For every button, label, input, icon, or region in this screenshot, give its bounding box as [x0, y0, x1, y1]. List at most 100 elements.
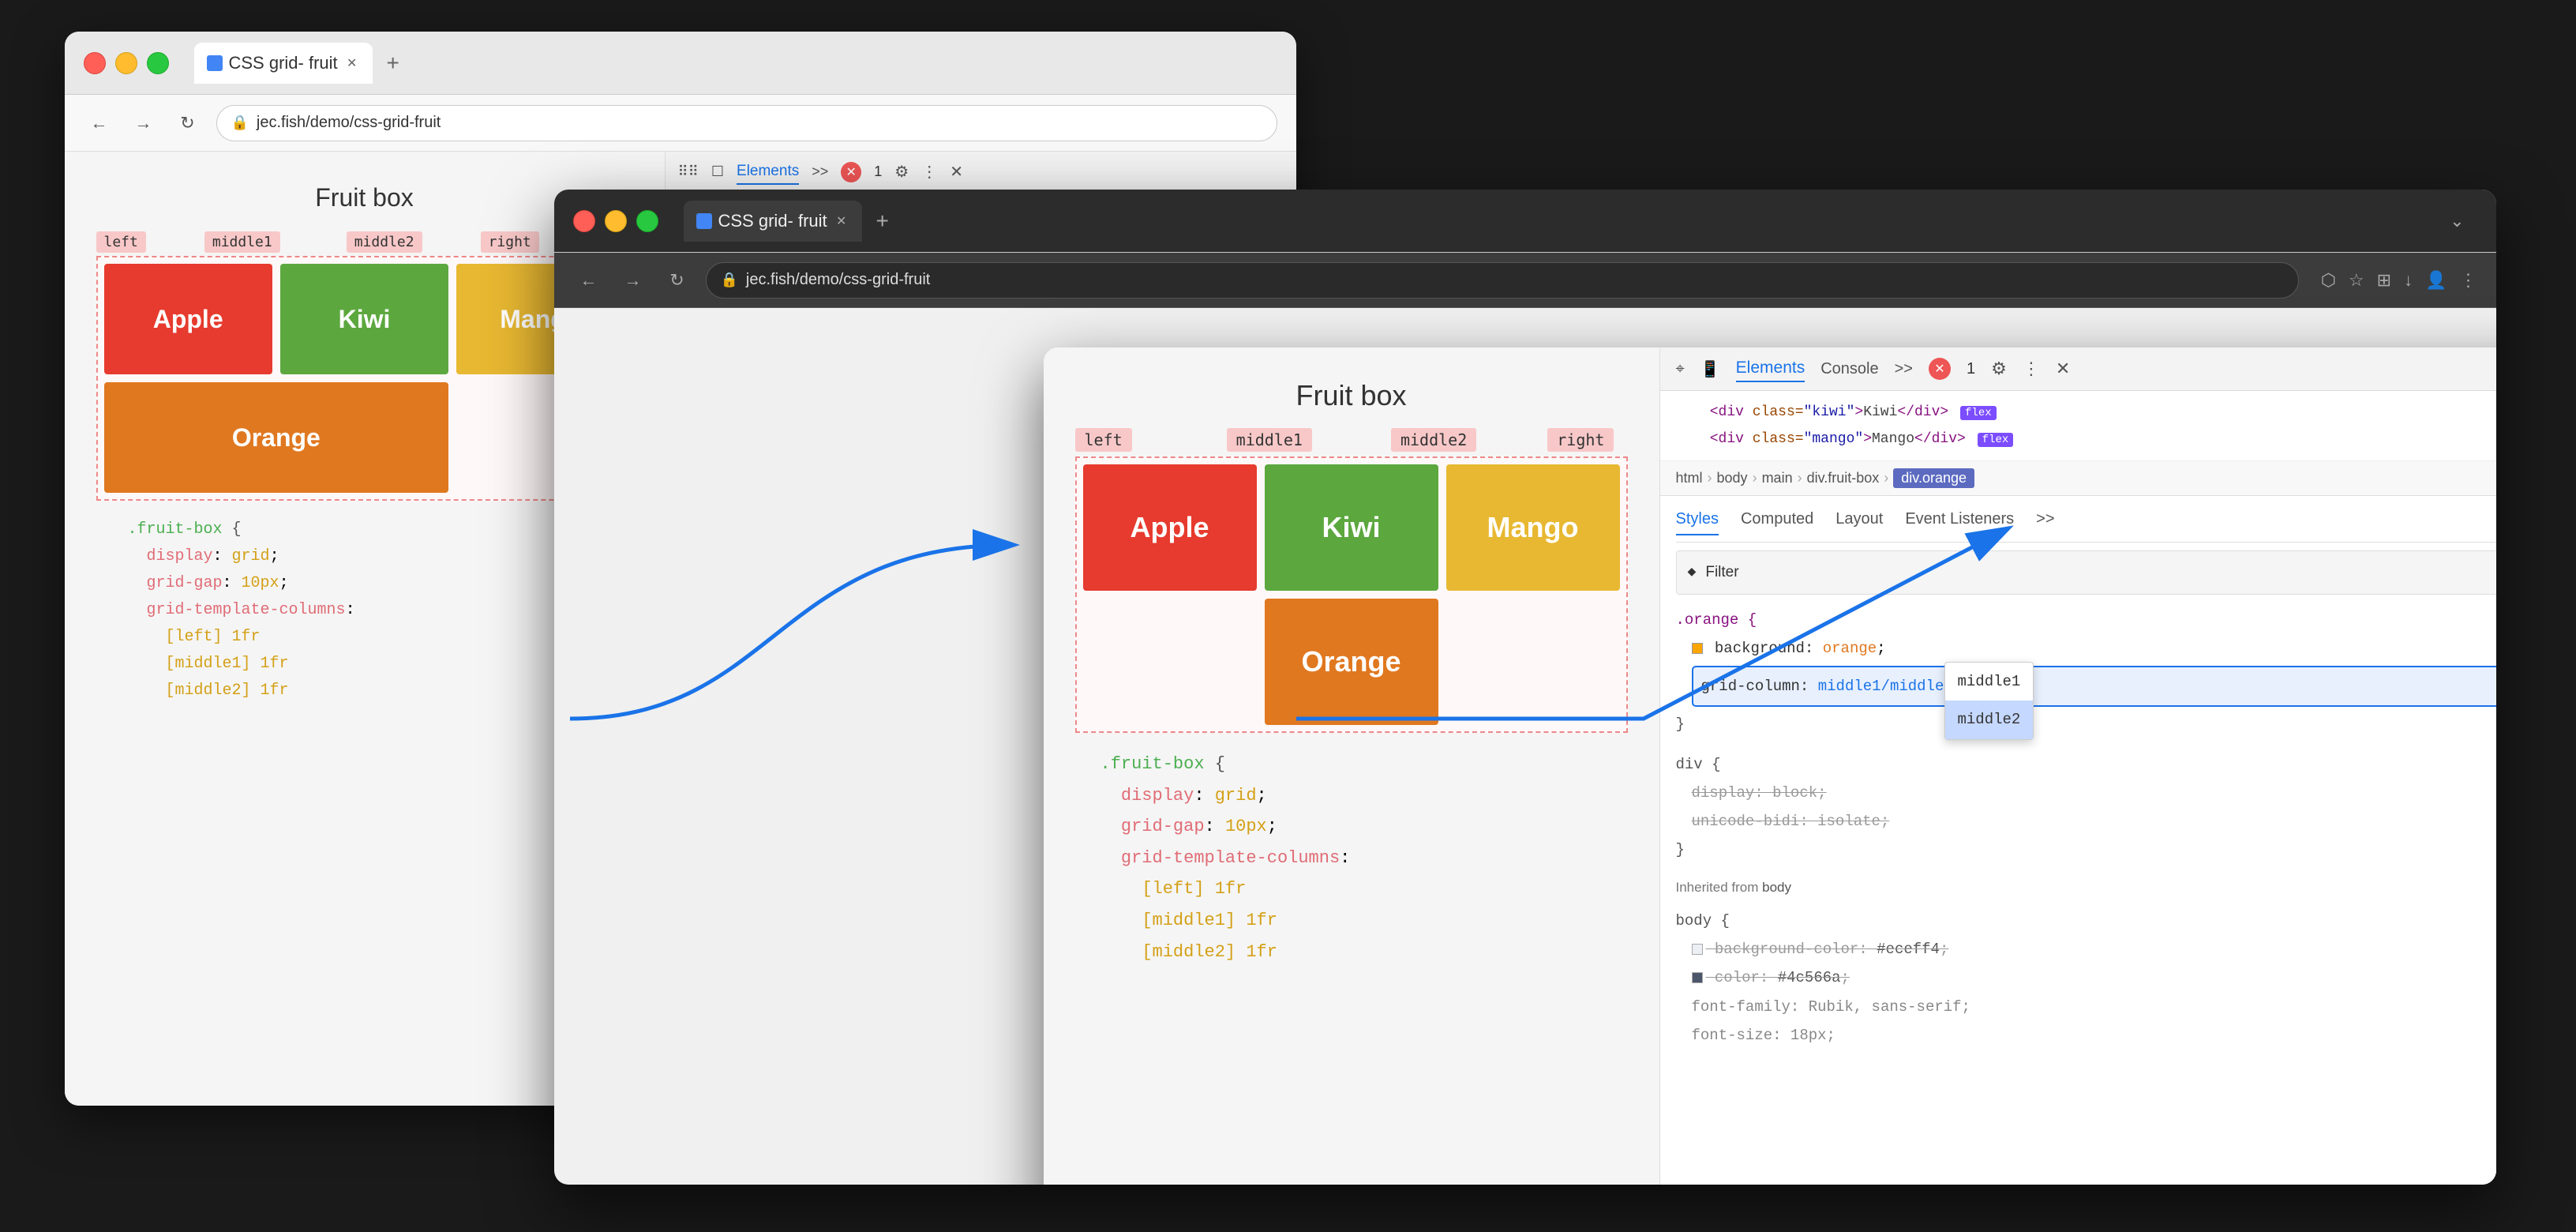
- label-middle1-back: middle1: [204, 231, 280, 253]
- apple-cell-back: Apple: [104, 264, 272, 374]
- css-code-panel-back: .fruit-box { display: grid; grid-gap: 10…: [96, 501, 633, 720]
- styles-tab-front[interactable]: Styles: [1676, 504, 1719, 535]
- elements-tab-front[interactable]: Elements: [1736, 355, 1805, 382]
- more-tabs-front[interactable]: >>: [1895, 360, 1913, 378]
- close-devtools-front[interactable]: ✕: [2056, 359, 2070, 379]
- tab-favicon-back: [207, 55, 223, 71]
- fruit-grid-back: Apple Kiwi Mango Orange: [104, 264, 625, 493]
- filter-bar-front: ◆ Filter :hov .cls + ⧉ ⊞: [1676, 550, 2496, 595]
- more-icon-back[interactable]: ⋮: [921, 162, 937, 182]
- minimize-button-front[interactable]: [605, 210, 627, 232]
- chevron-down-icon[interactable]: ⌄: [2450, 211, 2477, 231]
- devtools-toolbar-front: ⌖ 📱 Elements Console >> ✕ 1 ⚙ ⋮ ✕: [1660, 347, 2496, 391]
- traffic-lights-back: [84, 52, 169, 74]
- bc-body-front[interactable]: body: [1717, 470, 1748, 486]
- fruit-grid-container-front: Apple Kiwi Mango Orange: [1075, 456, 1628, 733]
- more-tabs-styles-front[interactable]: >>: [2036, 504, 2054, 535]
- styles-tabs-front: Styles Computed Layout Event Listeners >…: [1676, 504, 2496, 543]
- maximize-button-back[interactable]: [147, 52, 169, 74]
- kiwi-cell-front: Kiwi: [1265, 464, 1438, 591]
- forward-button-front[interactable]: →: [617, 265, 649, 296]
- tab-close-back[interactable]: ✕: [344, 55, 360, 71]
- close-devtools-back[interactable]: ✕: [950, 162, 963, 182]
- refresh-button-front[interactable]: ↻: [662, 265, 693, 296]
- error-count-front: 1: [1967, 360, 1975, 378]
- forward-button[interactable]: →: [128, 107, 159, 139]
- mango-badge: flex: [1978, 433, 2014, 447]
- share-icon[interactable]: ⬡: [2321, 270, 2336, 291]
- address-bar-back[interactable]: 🔒 jec.fish/demo/css-grid-fruit: [216, 105, 1277, 141]
- label-m2-front: middle2: [1391, 428, 1476, 452]
- tab-close-front[interactable]: ✕: [834, 213, 849, 229]
- computed-tab-front[interactable]: Computed: [1741, 504, 1813, 535]
- address-bar-front[interactable]: 🔒 jec.fish/demo/css-grid-fruit: [706, 262, 2299, 299]
- grid-labels-back: left middle1 middle2 right: [96, 231, 633, 253]
- address-text-front: jec.fish/demo/css-grid-fruit: [746, 271, 2284, 289]
- refresh-button[interactable]: ↻: [172, 107, 204, 139]
- autocomplete-middle1[interactable]: middle1: [1945, 663, 2034, 701]
- more-icon-front[interactable]: ⋮: [2023, 359, 2040, 379]
- filter-label-front: Filter: [1705, 558, 2495, 587]
- titlebar-back: CSS grid- fruit ✕ +: [65, 32, 1296, 95]
- autocomplete-middle2[interactable]: middle2: [1945, 701, 2034, 738]
- apple-cell-front: Apple: [1083, 464, 1257, 591]
- address-text-back: jec.fish/demo/css-grid-fruit: [257, 114, 1262, 132]
- active-tab-back[interactable]: CSS grid- fruit ✕: [194, 43, 373, 84]
- elements-tab-back[interactable]: Elements: [737, 160, 799, 185]
- tab-title-back: CSS grid- fruit: [229, 53, 338, 73]
- new-tab-front[interactable]: +: [868, 207, 897, 235]
- orange-cell-front: Orange: [1265, 599, 1438, 725]
- back-button-front[interactable]: ←: [573, 265, 605, 296]
- body-rule-front: body { css-grid-fruit:3 background-color…: [1676, 907, 2496, 1049]
- grid-labels-front: left middle1 middle2 right: [1075, 428, 1628, 452]
- profile-icon[interactable]: 👤: [2425, 270, 2447, 291]
- bc-orange-front[interactable]: div.orange: [1893, 468, 1974, 488]
- layout-tab-front[interactable]: Layout: [1835, 504, 1883, 535]
- error-badge-front: ✕: [1929, 358, 1951, 380]
- tab-title-front: CSS grid- fruit: [718, 211, 827, 231]
- mango-cell-front: Mango: [1446, 464, 1620, 591]
- label-right-back: right: [481, 231, 539, 253]
- lock-icon-front: 🔒: [721, 272, 738, 288]
- bc-main-front[interactable]: main: [1762, 470, 1793, 486]
- close-button-back[interactable]: [84, 52, 106, 74]
- label-left-back: left: [96, 231, 146, 253]
- titlebar-front: CSS grid- fruit ✕ + ⌄: [554, 190, 2496, 253]
- label-middle2-back: middle2: [347, 231, 422, 253]
- active-tab-front[interactable]: CSS grid- fruit ✕: [684, 201, 862, 242]
- inherited-label-front: Inherited from body: [1676, 875, 2496, 900]
- maximize-button-front[interactable]: [636, 210, 658, 232]
- devtools-front: ⌖ 📱 Elements Console >> ✕ 1 ⚙ ⋮ ✕ <div c…: [1659, 347, 2496, 1185]
- back-button[interactable]: ←: [84, 107, 115, 139]
- lock-icon: 🔒: [231, 115, 249, 131]
- console-tab-front[interactable]: Console: [1820, 360, 1878, 378]
- devtools-toolbar-back: ⠿⠿ ☐ Elements >> ✕ 1 ⚙ ⋮ ✕: [666, 152, 1296, 193]
- downloads-icon[interactable]: ↓: [2404, 270, 2413, 291]
- device-icon-front[interactable]: 📱: [1700, 359, 1720, 379]
- error-badge-back: ✕: [841, 162, 861, 182]
- fruit-grid-front: Apple Kiwi Mango Orange: [1083, 464, 1620, 725]
- close-button-front[interactable]: [573, 210, 595, 232]
- tab-bar-front: CSS grid- fruit ✕ + ⌄: [684, 201, 2477, 242]
- autocomplete-popup: middle1 middle2: [1944, 662, 2034, 739]
- gear-icon-back[interactable]: ⚙: [894, 162, 909, 182]
- bc-fruit-box-front[interactable]: div.fruit-box: [1807, 470, 1880, 486]
- more-tabs-back[interactable]: >>: [812, 163, 828, 180]
- bc-html-front[interactable]: html: [1676, 470, 1703, 486]
- event-listeners-tab-front[interactable]: Event Listeners: [1905, 504, 2014, 535]
- bookmark-icon[interactable]: ☆: [2349, 270, 2364, 291]
- menu-icon[interactable]: ⋮: [2460, 270, 2477, 291]
- gear-icon-front[interactable]: ⚙: [1991, 359, 2007, 379]
- browser-window-front: CSS grid- fruit ✕ + ⌄ ← → ↻ 🔒 jec.fish/d…: [554, 190, 2496, 1185]
- styles-area-front: Styles Computed Layout Event Listeners >…: [1660, 496, 2496, 1185]
- minimize-button-back[interactable]: [115, 52, 137, 74]
- error-count-back: 1: [874, 163, 882, 180]
- fruit-box-title-back: Fruit box: [96, 183, 633, 212]
- new-tab-back[interactable]: +: [379, 49, 407, 77]
- kiwi-cell-back: Kiwi: [280, 264, 448, 374]
- fruit-grid-container-back: Apple Kiwi Mango Orange: [96, 256, 633, 501]
- inspect-icon-front[interactable]: ⌖: [1676, 360, 1685, 378]
- browser-content-front: Fruit box left middle1 middle2 right App…: [1044, 347, 2496, 1185]
- extensions-icon[interactable]: ⊞: [2377, 270, 2391, 291]
- filter-diamond-front: ◆: [1688, 559, 1697, 586]
